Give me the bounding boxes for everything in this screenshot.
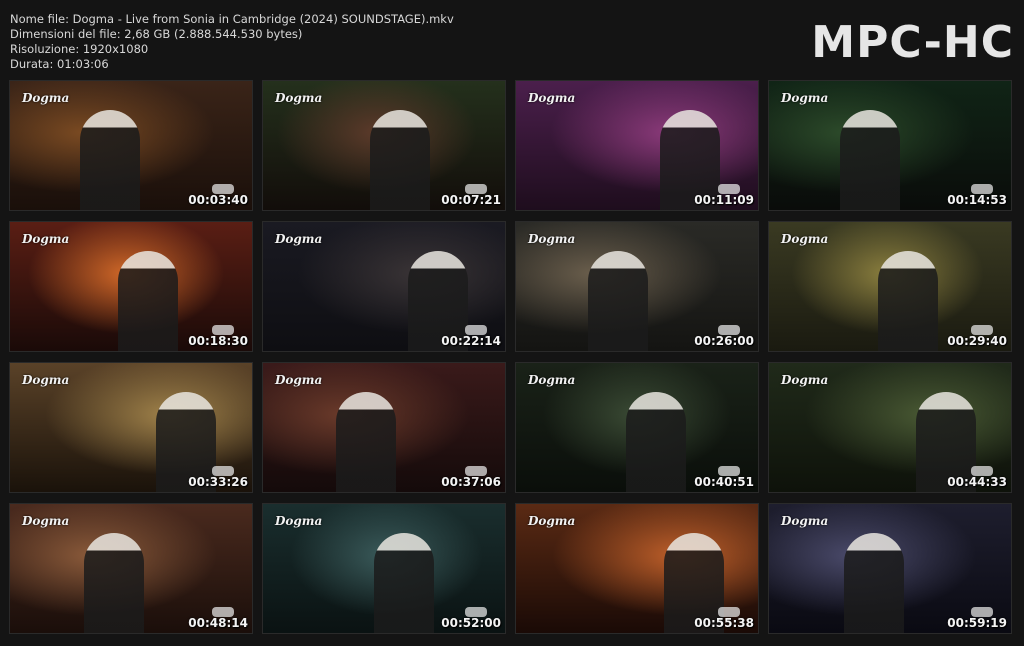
performer-figure xyxy=(370,110,430,210)
video-thumbnail[interactable]: Dogma 00:44:33 xyxy=(768,362,1012,493)
timestamp-label: 00:26:00 xyxy=(694,334,754,348)
timestamp-label: 00:48:14 xyxy=(188,616,248,630)
performer-figure xyxy=(118,251,178,351)
performer-figure xyxy=(844,533,904,633)
performer-figure xyxy=(840,110,900,210)
performer-figure xyxy=(878,251,938,351)
video-thumbnail[interactable]: Dogma 00:40:51 xyxy=(515,362,759,493)
timestamp-label: 00:29:40 xyxy=(947,334,1007,348)
file-size-label: Dimensioni del file: 2,68 GB (2.888.544.… xyxy=(10,27,303,41)
video-thumbnail[interactable]: Dogma 00:55:38 xyxy=(515,503,759,634)
video-thumbnail[interactable]: Dogma 00:29:40 xyxy=(768,221,1012,352)
video-thumbnail[interactable]: Dogma 00:11:09 xyxy=(515,80,759,211)
band-logo-overlay: Dogma xyxy=(528,91,576,105)
performer-figure xyxy=(336,392,396,492)
video-thumbnail[interactable]: Dogma 00:26:00 xyxy=(515,221,759,352)
timestamp-label: 00:33:26 xyxy=(188,475,248,489)
band-logo-overlay: Dogma xyxy=(781,514,829,528)
timestamp-label: 00:11:09 xyxy=(694,193,754,207)
timestamp-label: 00:03:40 xyxy=(188,193,248,207)
video-thumbnail[interactable]: Dogma 00:22:14 xyxy=(262,221,506,352)
band-logo-overlay: Dogma xyxy=(275,91,323,105)
timestamp-label: 00:18:30 xyxy=(188,334,248,348)
performer-figure xyxy=(84,533,144,633)
timestamp-label: 00:14:53 xyxy=(947,193,1007,207)
band-logo-overlay: Dogma xyxy=(781,232,829,246)
band-logo-overlay: Dogma xyxy=(781,91,829,105)
timestamp-label: 00:22:14 xyxy=(441,334,501,348)
timestamp-label: 00:52:00 xyxy=(441,616,501,630)
timestamp-label: 00:59:19 xyxy=(947,616,1007,630)
thumbnail-grid: Dogma 00:03:40 Dogma 00:07:21 Dogma 00:11:09 D… xyxy=(9,80,1015,636)
band-logo-overlay: Dogma xyxy=(781,373,829,387)
band-logo-overlay: Dogma xyxy=(528,373,576,387)
video-thumbnail[interactable]: Dogma 00:37:06 xyxy=(262,362,506,493)
video-thumbnail[interactable]: Dogma 00:33:26 xyxy=(9,362,253,493)
video-thumbnail[interactable]: Dogma 00:52:00 xyxy=(262,503,506,634)
video-thumbnail[interactable]: Dogma 00:03:40 xyxy=(9,80,253,211)
performer-figure xyxy=(626,392,686,492)
timestamp-label: 00:55:38 xyxy=(694,616,754,630)
band-logo-overlay: Dogma xyxy=(275,232,323,246)
performer-figure xyxy=(80,110,140,210)
video-thumbnail[interactable]: Dogma 00:14:53 xyxy=(768,80,1012,211)
video-thumbnail[interactable]: Dogma 00:07:21 xyxy=(262,80,506,211)
timestamp-label: 00:37:06 xyxy=(441,475,501,489)
file-info: Nome file: Dogma - Live from Sonia in Ca… xyxy=(10,12,454,72)
band-logo-overlay: Dogma xyxy=(22,514,70,528)
timestamp-label: 00:07:21 xyxy=(441,193,501,207)
video-thumbnail[interactable]: Dogma 00:59:19 xyxy=(768,503,1012,634)
performer-figure xyxy=(588,251,648,351)
band-logo-overlay: Dogma xyxy=(275,373,323,387)
performer-figure xyxy=(374,533,434,633)
file-name-label: Nome file: Dogma - Live from Sonia in Ca… xyxy=(10,12,454,26)
band-logo-overlay: Dogma xyxy=(22,373,70,387)
duration-label: Durata: 01:03:06 xyxy=(10,57,109,71)
timestamp-label: 00:44:33 xyxy=(947,475,1007,489)
band-logo-overlay: Dogma xyxy=(275,514,323,528)
band-logo-overlay: Dogma xyxy=(22,232,70,246)
app-logo: MPC-HC xyxy=(811,17,1014,68)
video-thumbnail[interactable]: Dogma 00:18:30 xyxy=(9,221,253,352)
band-logo-overlay: Dogma xyxy=(22,91,70,105)
timestamp-label: 00:40:51 xyxy=(694,475,754,489)
band-logo-overlay: Dogma xyxy=(528,232,576,246)
resolution-label: Risoluzione: 1920x1080 xyxy=(10,42,149,56)
band-logo-overlay: Dogma xyxy=(528,514,576,528)
video-thumbnail[interactable]: Dogma 00:48:14 xyxy=(9,503,253,634)
